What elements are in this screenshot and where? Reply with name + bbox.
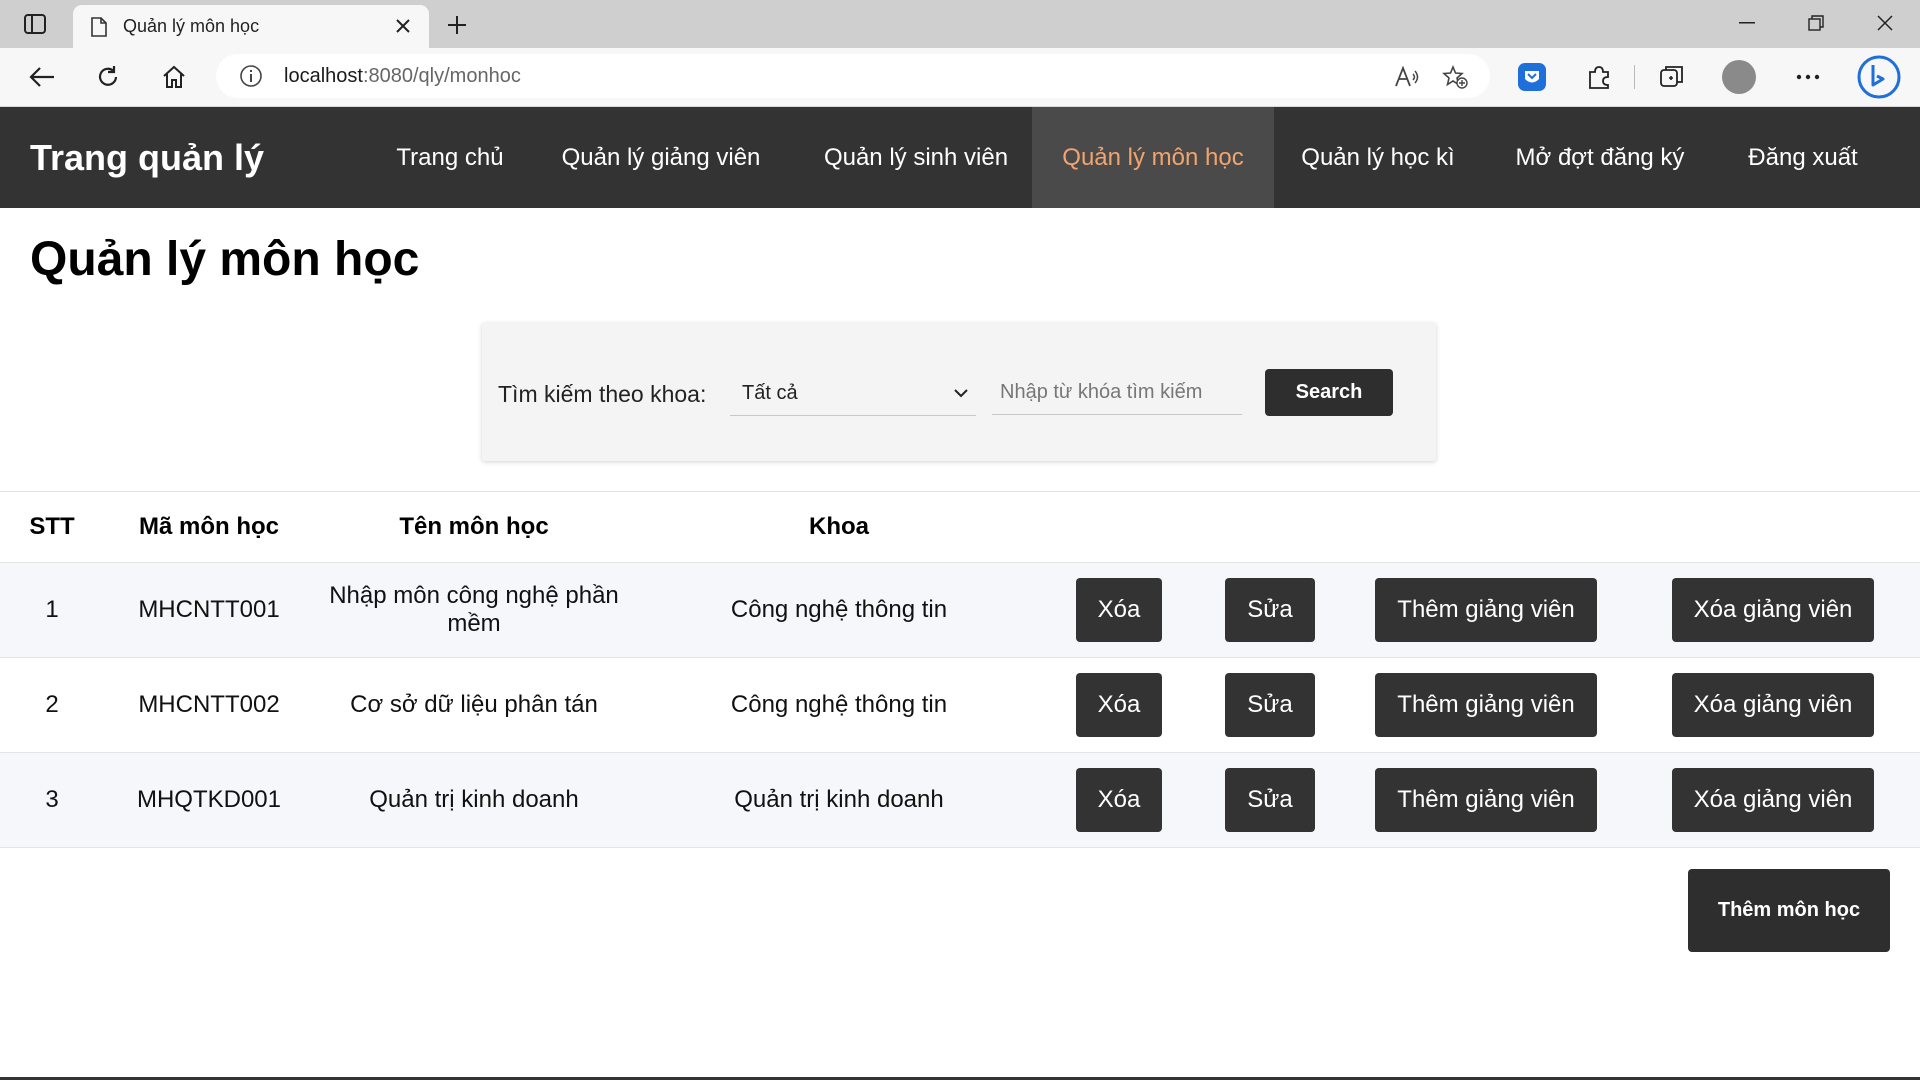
cell-subject-code: MHCNTT002 — [104, 657, 314, 753]
cell-stt: 2 — [0, 657, 104, 753]
table-header-row: STT Mã môn học Tên môn học Khoa — [0, 491, 1920, 563]
search-panel: Tìm kiếm theo khoa: Tất cả Search — [482, 323, 1436, 461]
delete-button[interactable]: Xóa — [1075, 673, 1163, 737]
remove-lecturer-button[interactable]: Xóa giảng viên — [1671, 768, 1875, 832]
add-lecturer-button[interactable]: Thêm giảng viên — [1375, 768, 1597, 832]
cell-subject-name: Nhập môn công nghệ phần mềm — [314, 562, 634, 658]
search-button[interactable]: Search — [1265, 369, 1393, 416]
nav-link-home[interactable]: Trang chủ — [386, 107, 514, 208]
edit-button[interactable]: Sửa — [1225, 673, 1315, 737]
nav-link-semesters[interactable]: Quản lý học kì — [1290, 107, 1466, 208]
top-navbar: Trang quản lý Trang chủ Quản lý giảng vi… — [0, 107, 1920, 208]
cell-subject-code: MHCNTT001 — [104, 562, 314, 658]
back-icon[interactable] — [24, 59, 60, 95]
header-subject-code: Mã môn học — [104, 491, 314, 563]
close-tab-icon[interactable] — [391, 14, 415, 38]
faculty-select[interactable]: Tất cả — [730, 371, 976, 416]
close-window-icon[interactable] — [1862, 8, 1908, 38]
read-aloud-icon[interactable] — [1392, 63, 1422, 91]
subjects-table: STT Mã môn học Tên môn học Khoa 1 MHCNTT… — [0, 491, 1920, 848]
cell-subject-name: Cơ sở dữ liệu phân tán — [314, 657, 634, 753]
tab-title: Quản lý môn học — [123, 16, 260, 36]
header-subject-name: Tên môn học — [314, 491, 634, 563]
site-info-icon[interactable] — [238, 63, 264, 89]
extensions-puzzle-icon[interactable] — [1581, 59, 1617, 95]
minimize-icon[interactable] — [1724, 8, 1770, 38]
cell-stt: 3 — [0, 752, 104, 848]
new-tab-icon[interactable] — [441, 9, 473, 41]
add-subject-button[interactable]: Thêm môn học — [1688, 869, 1890, 952]
browser-tab-bar: Quản lý môn học — [0, 0, 1920, 48]
delete-button[interactable]: Xóa — [1075, 768, 1163, 832]
remove-lecturer-button[interactable]: Xóa giảng viên — [1671, 673, 1875, 737]
faculty-select-value: Tất cả — [742, 381, 798, 404]
table-row: 2 MHCNTT002 Cơ sở dữ liệu phân tán Công … — [0, 657, 1920, 753]
cell-subject-name: Quản trị kinh doanh — [314, 752, 634, 848]
tab-actions-icon[interactable] — [18, 10, 52, 38]
brand-title: Trang quản lý — [30, 137, 265, 178]
page-icon — [89, 16, 109, 38]
url-host: localhost — [284, 64, 363, 87]
nav-link-subjects[interactable]: Quản lý môn học — [1032, 107, 1274, 208]
collections-icon[interactable] — [1654, 59, 1690, 95]
nav-link-logout[interactable]: Đăng xuất — [1734, 107, 1872, 208]
favorite-star-icon[interactable] — [1440, 63, 1470, 91]
url-path: :8080/qly/monhoc — [362, 64, 521, 87]
search-label: Tìm kiếm theo khoa: — [498, 381, 707, 407]
cell-stt: 1 — [0, 562, 104, 658]
toolbar-separator — [1634, 65, 1635, 89]
restore-icon[interactable] — [1793, 8, 1839, 38]
page-title: Quản lý môn học — [30, 233, 420, 286]
extension-shield-icon[interactable] — [1514, 59, 1550, 95]
nav-link-students[interactable]: Quản lý sinh viên — [806, 107, 1026, 208]
copilot-icon[interactable] — [1856, 54, 1902, 100]
nav-link-lecturers[interactable]: Quản lý giảng viên — [546, 107, 776, 208]
cell-faculty: Công nghệ thông tin — [634, 657, 1044, 753]
edit-button[interactable]: Sửa — [1225, 768, 1315, 832]
table-row: 3 MHQTKD001 Quản trị kinh doanh Quản trị… — [0, 752, 1920, 848]
nav-link-open-registration[interactable]: Mở đợt đăng ký — [1500, 107, 1700, 208]
url-text: localhost:8080/qly/monhoc — [284, 65, 521, 88]
edit-button[interactable]: Sửa — [1225, 578, 1315, 642]
profile-avatar[interactable] — [1721, 59, 1757, 95]
cell-subject-code: MHQTKD001 — [104, 752, 314, 848]
chevron-down-icon — [954, 389, 968, 398]
header-faculty: Khoa — [634, 491, 1044, 563]
keyword-search-input[interactable] — [992, 371, 1242, 415]
browser-toolbar: localhost:8080/qly/monhoc — [0, 48, 1920, 107]
browser-tab[interactable]: Quản lý môn học — [73, 5, 429, 48]
address-bar[interactable]: localhost:8080/qly/monhoc — [216, 54, 1490, 98]
delete-button[interactable]: Xóa — [1075, 578, 1163, 642]
add-lecturer-button[interactable]: Thêm giảng viên — [1375, 578, 1597, 642]
add-lecturer-button[interactable]: Thêm giảng viên — [1375, 673, 1597, 737]
reload-icon[interactable] — [90, 59, 126, 95]
remove-lecturer-button[interactable]: Xóa giảng viên — [1671, 578, 1875, 642]
cell-faculty: Quản trị kinh doanh — [634, 752, 1044, 848]
table-row: 1 MHCNTT001 Nhập môn công nghệ phần mềm … — [0, 562, 1920, 658]
cell-faculty: Công nghệ thông tin — [634, 562, 1044, 658]
header-stt: STT — [0, 491, 104, 563]
home-icon[interactable] — [156, 59, 192, 95]
more-menu-icon[interactable] — [1790, 59, 1826, 95]
